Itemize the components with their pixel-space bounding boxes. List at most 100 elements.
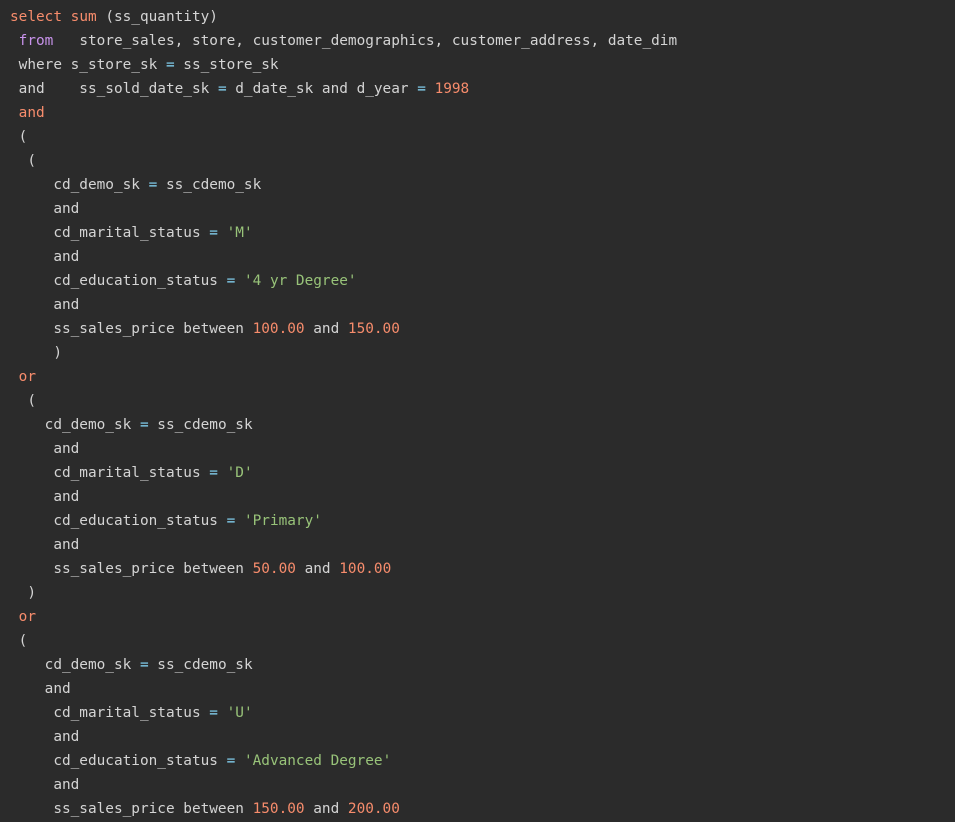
code-token: = (139, 657, 149, 673)
code-token: or (18, 369, 36, 385)
code-token: ss_cdemo_sk (148, 657, 253, 673)
code-token: 150.00 (347, 321, 400, 337)
code-line: cd_marital_status = 'D' (10, 461, 253, 485)
code-line: cd_education_status = 'Primary' (10, 509, 322, 533)
code-token: select (10, 9, 62, 25)
code-token: = (217, 81, 227, 97)
code-token: 'Advanced Degree' (243, 753, 392, 769)
code-line: cd_education_status = 'Advanced Degree' (10, 749, 391, 773)
code-token: and (10, 537, 80, 553)
code-token: and (295, 561, 340, 577)
code-token: = (139, 417, 149, 433)
code-token: ( (10, 129, 28, 145)
code-line: and (10, 485, 79, 509)
code-line: where s_store_sk = ss_store_sk (10, 53, 279, 77)
code-token: and (304, 321, 348, 337)
code-token: ss_cdemo_sk (157, 177, 262, 193)
code-token: and (10, 777, 80, 793)
code-line: and (10, 245, 79, 269)
code-token: 'U' (226, 705, 253, 721)
code-line: and (10, 677, 71, 701)
code-line: and (10, 725, 79, 749)
code-token: cd_education_status (10, 273, 227, 289)
code-token: ss_sales_price between (10, 561, 253, 577)
code-token: cd_education_status (10, 753, 227, 769)
code-token: = (209, 705, 218, 721)
code-line: cd_demo_sk = ss_cdemo_sk (10, 173, 261, 197)
code-token: ( (10, 153, 36, 169)
code-line: and (10, 293, 79, 317)
code-token: d_date_sk and d_year (226, 81, 418, 97)
code-line: and ss_sold_date_sk = d_date_sk and d_ye… (10, 77, 470, 101)
code-line: and (10, 773, 79, 797)
code-line: cd_demo_sk = ss_cdemo_sk (10, 653, 253, 677)
code-line: ss_sales_price between 150.00 and 200.00 (10, 797, 400, 821)
code-token: ss_sales_price between (10, 801, 253, 817)
code-line: cd_demo_sk = ss_cdemo_sk (10, 413, 253, 437)
code-token: from (18, 33, 54, 49)
code-token: cd_education_status (10, 513, 227, 529)
code-token: = (209, 225, 218, 241)
code-token: and (10, 729, 80, 745)
code-line: select sum (ss_quantity) (10, 5, 218, 29)
code-token: cd_demo_sk (10, 657, 140, 673)
code-line: ( (10, 149, 36, 173)
code-token: ( (10, 633, 28, 649)
code-token: 'M' (226, 225, 253, 241)
code-line: or (10, 605, 36, 629)
code-token: = (148, 177, 158, 193)
code-token: and (18, 105, 45, 121)
code-token: and (10, 249, 80, 265)
code-token: and ss_sold_date_sk (10, 81, 218, 97)
code-token: '4 yr Degree' (243, 273, 357, 289)
code-token: 150.00 (252, 801, 305, 817)
code-token: (ss_quantity) (96, 9, 218, 25)
code-line: ss_sales_price between 50.00 and 100.00 (10, 557, 391, 581)
code-line: and (10, 197, 79, 221)
code-token: 1998 (434, 81, 470, 97)
code-token: ss_cdemo_sk (148, 417, 253, 433)
code-token: and (10, 201, 80, 217)
code-token: ) (10, 345, 62, 361)
code-editor[interactable]: select sum (ss_quantity) from store_sale… (0, 0, 955, 822)
code-token: 50.00 (252, 561, 296, 577)
code-token: = (165, 57, 175, 73)
code-line: cd_marital_status = 'U' (10, 701, 253, 725)
code-token: ss_store_sk (174, 57, 279, 73)
code-token: and (10, 297, 80, 313)
code-line: and (10, 533, 79, 557)
code-line: or (10, 365, 36, 389)
code-token: cd_demo_sk (10, 417, 140, 433)
code-line: ( (10, 629, 28, 653)
code-token: = (209, 465, 218, 481)
code-token: 'D' (226, 465, 253, 481)
code-line: ( (10, 125, 28, 149)
code-line: ( (10, 389, 36, 413)
code-token: ) (10, 585, 36, 601)
code-token: and (10, 681, 71, 697)
code-token: = (226, 513, 236, 529)
code-token: 'Primary' (243, 513, 322, 529)
code-token: and (10, 441, 80, 457)
code-token: 200.00 (347, 801, 400, 817)
code-token: ( (10, 393, 36, 409)
code-token: sum (70, 9, 97, 25)
code-token: ss_sales_price between (10, 321, 253, 337)
code-line: and (10, 101, 45, 125)
code-token: or (18, 609, 36, 625)
code-token: cd_marital_status (10, 225, 210, 241)
code-token: store_sales, store, customer_demographic… (53, 33, 678, 49)
code-token: cd_demo_sk (10, 177, 149, 193)
code-token: cd_marital_status (10, 465, 210, 481)
code-line: and (10, 437, 79, 461)
